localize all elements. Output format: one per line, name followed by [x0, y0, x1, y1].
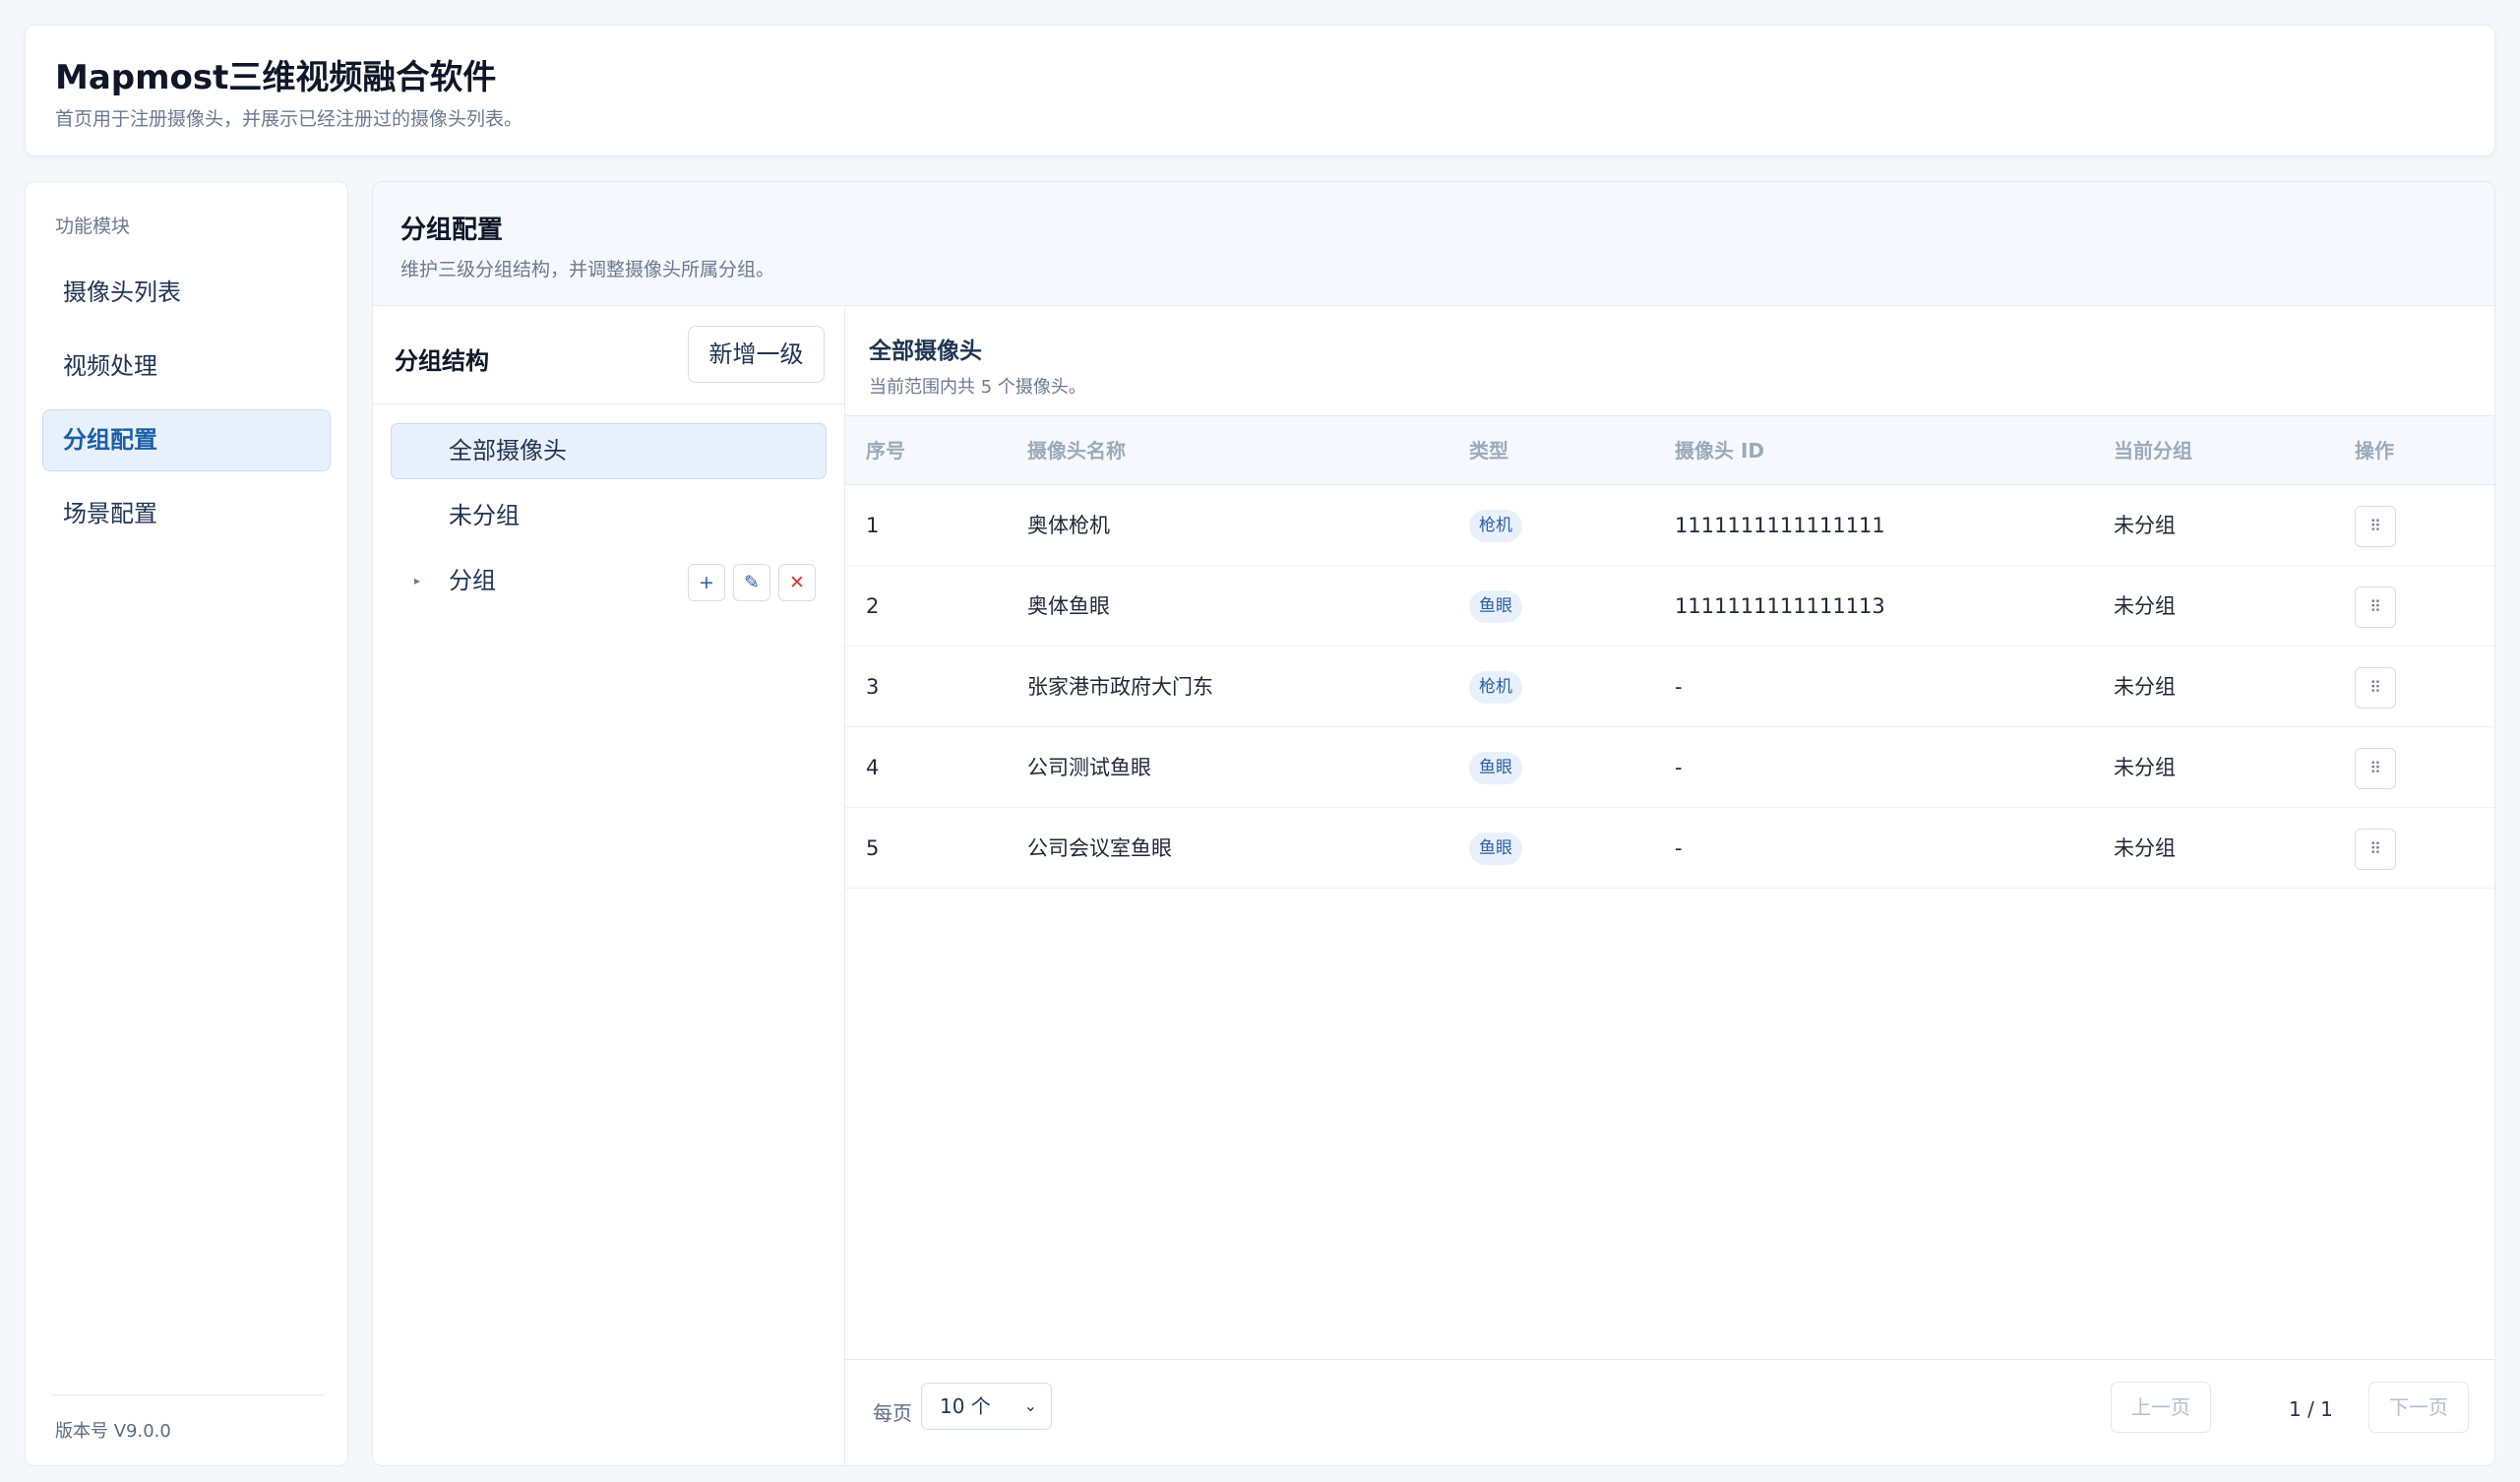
add-top-level-button[interactable]: 新增一级	[688, 326, 825, 383]
cell-group: 未分组	[2114, 756, 2176, 779]
camera-count-text: 当前范围内共 5 个摄像头。	[869, 377, 1086, 398]
version-label: 版本号 V9.0.0	[55, 1421, 171, 1442]
cell-group: 未分组	[2114, 514, 2176, 537]
group-pane-header: 分组结构 新增一级	[373, 306, 844, 404]
drag-handle-icon: ⠿	[2369, 517, 2381, 535]
page-info: 1 / 1	[2289, 1397, 2333, 1421]
table-row[interactable]: 2 奥体鱼眼 鱼眼 1111111111111113 未分组 ⠿	[845, 566, 2494, 647]
drag-handle-icon: ⠿	[2369, 597, 2381, 616]
per-page-label: 每页	[873, 1401, 912, 1425]
pagination: 每页 10 个 ⌄ 上一页 1 / 1 下一页	[845, 1359, 2494, 1465]
cell-index: 2	[866, 594, 880, 618]
table-row[interactable]: 5 公司会议室鱼眼 鱼眼 - 未分组 ⠿	[845, 808, 2494, 889]
camera-pane-header: 全部摄像头 当前范围内共 5 个摄像头。	[845, 306, 2494, 416]
type-badge: 鱼眼	[1469, 590, 1522, 623]
tree-item-label: 全部摄像头	[449, 437, 567, 464]
cell-group: 未分组	[2114, 594, 2176, 618]
cell-index: 5	[866, 836, 880, 860]
cell-name: 奥体枪机	[1027, 514, 1110, 537]
sidebar-item-camera-list[interactable]: 摄像头列表	[42, 262, 331, 324]
row-actions-button[interactable]: ⠿	[2355, 829, 2396, 870]
cell-name: 张家港市政府大门东	[1027, 675, 1213, 699]
sidebar: 功能模块 摄像头列表 视频处理 分组配置 场景配置 版本号 V9.0.0	[25, 181, 348, 1466]
group-pane-title: 分组结构	[395, 347, 489, 375]
cell-index: 1	[866, 514, 880, 537]
tree-item-label: 未分组	[449, 502, 520, 529]
drag-handle-icon: ⠿	[2369, 839, 2381, 858]
type-badge: 枪机	[1469, 671, 1522, 704]
tree-item-all-cameras[interactable]: 全部摄像头	[391, 423, 827, 479]
prev-page-button[interactable]: 上一页	[2111, 1382, 2211, 1433]
table-row[interactable]: 3 张家港市政府大门东 枪机 - 未分组 ⠿	[845, 647, 2494, 727]
table-row[interactable]: 1 奥体枪机 枪机 1111111111111111 未分组 ⠿	[845, 485, 2494, 566]
column-header-name: 摄像头名称	[1027, 439, 1126, 463]
camera-pane-title: 全部摄像头	[869, 339, 982, 364]
drag-handle-icon: ⠿	[2369, 678, 2381, 697]
chevron-down-icon: ⌄	[1023, 1396, 1037, 1415]
add-subgroup-button[interactable]: +	[688, 564, 725, 601]
row-actions-button[interactable]: ⠿	[2355, 748, 2396, 789]
camera-list-pane: 全部摄像头 当前范围内共 5 个摄像头。 序号 摄像头名称 类型 摄像头 ID …	[845, 306, 2494, 1465]
column-header-index: 序号	[866, 439, 905, 463]
app-title: Mapmost三维视频融合软件	[55, 58, 497, 97]
pencil-icon: ✎	[744, 572, 760, 593]
app-subtitle: 首页用于注册摄像头，并展示已经注册过的摄像头列表。	[55, 108, 523, 130]
row-actions-button[interactable]: ⠿	[2355, 667, 2396, 709]
tree-item-actions: + ✎ ✕	[688, 564, 816, 601]
close-icon: ✕	[789, 572, 805, 593]
group-structure-pane: 分组结构 新增一级 全部摄像头 未分组 ▸ 分组 + ✎ ✕	[373, 306, 845, 1465]
row-actions-button[interactable]: ⠿	[2355, 587, 2396, 628]
main-panel: 分组配置 维护三级分组结构，并调整摄像头所属分组。 分组结构 新增一级 全部摄像…	[372, 181, 2495, 1466]
tree-item-ungrouped[interactable]: 未分组	[391, 488, 827, 544]
edit-group-button[interactable]: ✎	[733, 564, 770, 601]
cell-camera-id: -	[1675, 675, 1683, 699]
per-page-select[interactable]: 10 个 ⌄	[921, 1383, 1052, 1430]
cell-index: 3	[866, 675, 880, 699]
plus-icon: +	[699, 572, 714, 593]
next-page-button[interactable]: 下一页	[2368, 1382, 2469, 1433]
cell-index: 4	[866, 756, 880, 779]
sidebar-section-label: 功能模块	[55, 216, 131, 237]
tree-item-group[interactable]: ▸ 分组 + ✎ ✕	[391, 553, 827, 609]
sidebar-item-scene-config[interactable]: 场景配置	[42, 483, 331, 545]
tree-item-label: 分组	[449, 567, 496, 594]
table-header: 序号 摄像头名称 类型 摄像头 ID 当前分组 操作	[845, 416, 2494, 485]
delete-group-button[interactable]: ✕	[778, 564, 816, 601]
sidebar-item-video-processing[interactable]: 视频处理	[42, 336, 331, 398]
cell-group: 未分组	[2114, 675, 2176, 699]
page-subtitle: 维护三级分组结构，并调整摄像头所属分组。	[400, 259, 775, 280]
drag-handle-icon: ⠿	[2369, 759, 2381, 777]
cell-name: 公司会议室鱼眼	[1027, 836, 1172, 860]
cell-camera-id: -	[1675, 756, 1683, 779]
type-badge: 鱼眼	[1469, 833, 1522, 865]
cell-camera-id: 1111111111111113	[1675, 594, 1885, 618]
row-actions-button[interactable]: ⠿	[2355, 506, 2396, 547]
cell-name: 公司测试鱼眼	[1027, 756, 1151, 779]
column-header-camera-id: 摄像头 ID	[1675, 439, 1765, 463]
type-badge: 枪机	[1469, 510, 1522, 542]
cell-camera-id: 1111111111111111	[1675, 514, 1885, 537]
sidebar-divider	[50, 1394, 326, 1395]
cell-camera-id: -	[1675, 836, 1683, 860]
column-header-actions: 操作	[2355, 439, 2394, 463]
type-badge: 鱼眼	[1469, 752, 1522, 784]
per-page-value: 10 个	[940, 1394, 991, 1418]
caret-right-icon[interactable]: ▸	[414, 554, 420, 608]
app-header: Mapmost三维视频融合软件 首页用于注册摄像头，并展示已经注册过的摄像头列表…	[25, 25, 2495, 156]
cell-group: 未分组	[2114, 836, 2176, 860]
column-header-type: 类型	[1469, 439, 1508, 463]
sidebar-item-group-config[interactable]: 分组配置	[42, 409, 331, 471]
main-header: 分组配置 维护三级分组结构，并调整摄像头所属分组。	[373, 182, 2494, 306]
column-header-group: 当前分组	[2114, 439, 2192, 463]
page-title: 分组配置	[400, 216, 504, 245]
cell-name: 奥体鱼眼	[1027, 594, 1110, 618]
table-row[interactable]: 4 公司测试鱼眼 鱼眼 - 未分组 ⠿	[845, 727, 2494, 808]
